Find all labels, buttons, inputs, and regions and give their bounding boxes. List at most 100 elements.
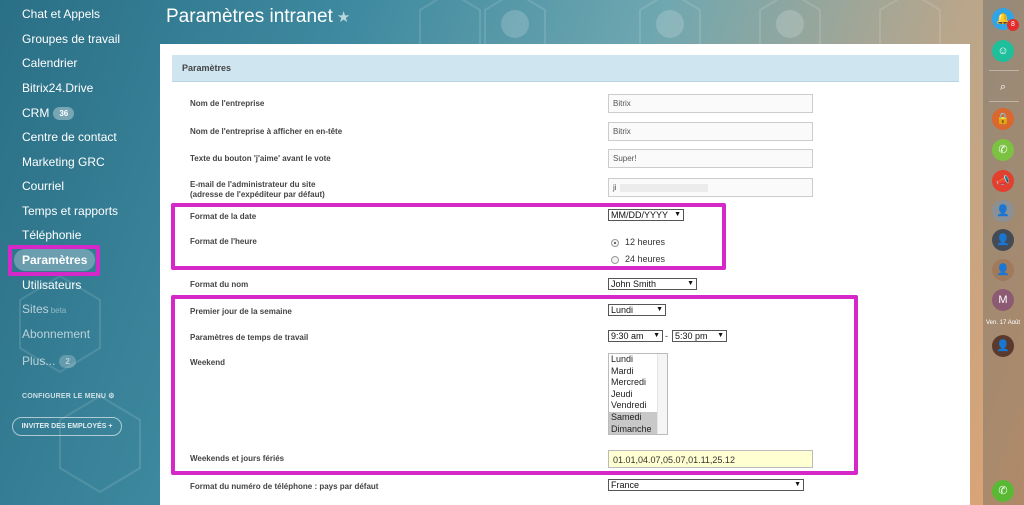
menu-label: Groupes de travail [22, 32, 121, 46]
menu-label: CRM [22, 106, 50, 120]
menu-item-more[interactable]: Plus... 2 [14, 350, 84, 372]
weekend-listbox[interactable]: Lundi Mardi Mercredi Jeudi Vendredi Same… [608, 353, 668, 435]
like-button-label: Texte du bouton 'j'aime' avant le vote [190, 154, 331, 163]
menu-label: Centre de contact [22, 130, 117, 144]
radio-unchecked-icon [611, 255, 619, 264]
menu-label: Sites [22, 302, 49, 316]
date-format-select[interactable]: MM/DD/YYYY ▼ [608, 209, 684, 221]
admin-email-label-line1: E-mail de l'administrateur du site [190, 180, 316, 189]
chat-icon[interactable]: ☺ [992, 40, 1014, 62]
work-time-label: Paramètres de temps de travail [190, 333, 309, 342]
work-time-separator: - [665, 331, 668, 341]
menu-item-time-reports[interactable]: Temps et rapports [14, 200, 126, 222]
menu-item-marketing[interactable]: Marketing GRC [14, 151, 113, 173]
date-label: Ven. 17 Août [986, 320, 1021, 326]
configure-label: CONFIGURER LE MENU [22, 393, 107, 400]
phone-icon[interactable]: ✆ [992, 139, 1014, 161]
dropdown-arrow-icon: ▼ [674, 211, 681, 218]
menu-item-users[interactable]: Utilisateurs [14, 274, 89, 296]
avatar[interactable]: 👤 [992, 259, 1014, 281]
name-format-label: Format du nom [190, 280, 249, 289]
company-name-input[interactable]: Bitrix [608, 94, 813, 113]
divider [989, 101, 1019, 102]
company-name-label: Nom de l'entreprise [190, 99, 265, 108]
menu-label: Téléphonie [22, 228, 82, 242]
date-format-label: Format de la date [190, 212, 257, 221]
menu-item-telephony[interactable]: Téléphonie [14, 224, 89, 246]
menu-item-mail[interactable]: Courriel [14, 175, 72, 197]
settings-panel: Paramètres Nom de l'entreprise Bitrix No… [160, 44, 970, 505]
menu-item-workgroups[interactable]: Groupes de travail [14, 28, 128, 50]
avatar[interactable]: 👤 [992, 229, 1014, 251]
star-icon[interactable]: ★ [337, 9, 350, 26]
dropdown-arrow-icon: ▼ [794, 481, 801, 488]
phone-country-value: France [611, 480, 640, 490]
work-start-select[interactable]: 9:30 am ▼ [608, 330, 663, 342]
invite-employees-button[interactable]: INVITER DES EMPLOYÉS + [12, 417, 122, 436]
invite-label: INVITER DES EMPLOYÉS [21, 423, 107, 430]
work-start-value: 9:30 am [611, 331, 644, 341]
menu-item-contact-center[interactable]: Centre de contact [14, 126, 125, 148]
first-day-value: Lundi [611, 305, 634, 315]
menu-item-sites[interactable]: Sites beta [14, 298, 74, 320]
work-end-value: 5:30 pm [675, 331, 708, 341]
time-format-24h-radio[interactable]: 24 heures [611, 254, 665, 264]
plus-icon: + [108, 423, 113, 430]
first-day-select[interactable]: Lundi ▼ [608, 304, 666, 316]
page-title-text: Paramètres intranet [166, 6, 333, 27]
name-format-select[interactable]: John Smith ▼ [608, 278, 697, 290]
company-header-input[interactable]: Bitrix [608, 122, 813, 141]
divider [989, 70, 1019, 71]
call-icon[interactable]: ✆ [992, 480, 1014, 502]
time-format-12h-radio[interactable]: 12 heures [611, 237, 665, 247]
like-button-input[interactable]: Super! [608, 149, 813, 168]
section-header: Paramètres [172, 55, 959, 82]
work-end-select[interactable]: 5:30 pm ▼ [672, 330, 727, 342]
dropdown-arrow-icon: ▼ [653, 332, 660, 339]
first-day-label: Premier jour de la semaine [190, 307, 292, 316]
dropdown-arrow-icon: ▼ [687, 280, 694, 287]
menu-item-subscription[interactable]: Abonnement [14, 323, 98, 345]
menu-item-settings[interactable]: Paramètres [14, 249, 96, 271]
date-format-value: MM/DD/YYYY [611, 210, 669, 220]
configure-menu-link[interactable]: CONFIGURER LE MENU ⚙ [22, 392, 115, 400]
radio-24h-label: 24 heures [625, 254, 666, 264]
phone-country-label: Format du numéro de téléphone : pays par… [190, 482, 379, 491]
radio-12h-label: 12 heures [625, 237, 666, 247]
admin-email-input[interactable]: ji [608, 178, 813, 197]
page-title: Paramètres intranet ★ [166, 6, 350, 28]
time-format-label: Format de l'heure [190, 237, 257, 246]
admin-email-label-line2: (adresse de l'expéditeur par défaut) [190, 190, 325, 199]
name-format-value: John Smith [611, 279, 657, 289]
admin-email-value: ji [613, 183, 617, 192]
menu-item-crm[interactable]: CRM 36 [14, 102, 82, 124]
more-count-badge: 2 [59, 355, 76, 369]
search-icon[interactable]: ⌕ [992, 76, 1014, 98]
gear-icon: ⚙ [108, 393, 115, 400]
left-menu: Chat et Appels Groupes de travail Calend… [0, 0, 140, 505]
menu-label: Plus... [22, 354, 56, 368]
holidays-input[interactable]: 01.01,04.07,05.07,01.11,25.12 [608, 450, 813, 468]
dropdown-arrow-icon: ▼ [656, 306, 663, 313]
megaphone-icon[interactable]: 📣 [992, 170, 1014, 192]
menu-label: Chat et Appels [22, 7, 101, 21]
phone-country-select[interactable]: France ▼ [608, 479, 804, 491]
menu-item-chat[interactable]: Chat et Appels [14, 3, 108, 25]
lock-icon[interactable]: 🔒 [992, 108, 1014, 130]
menu-label: Temps et rapports [22, 204, 119, 218]
avatar[interactable]: 👤 [992, 335, 1014, 357]
admin-email-label: E-mail de l'administrateur du site (adres… [190, 180, 325, 200]
avatar[interactable]: M [992, 289, 1014, 311]
crm-count-badge: 36 [53, 107, 75, 121]
avatar-letter: M [998, 294, 1008, 306]
menu-label: Marketing GRC [22, 155, 105, 169]
menu-label: Calendrier [22, 56, 78, 70]
menu-item-calendar[interactable]: Calendrier [14, 52, 85, 74]
avatar[interactable]: 👤 [992, 200, 1014, 222]
menu-item-drive[interactable]: Bitrix24.Drive [14, 77, 101, 99]
menu-label: Bitrix24.Drive [22, 81, 94, 95]
listbox-scrollbar[interactable] [657, 354, 667, 434]
right-bar: 🔔 8 ☺ ⌕ 🔒 ✆ 📣 👤 👤 👤 M Ven. 17 Août 👤 ✆ [983, 0, 1024, 505]
notification-count: 8 [1007, 19, 1019, 31]
menu-label: Paramètres [22, 253, 88, 267]
